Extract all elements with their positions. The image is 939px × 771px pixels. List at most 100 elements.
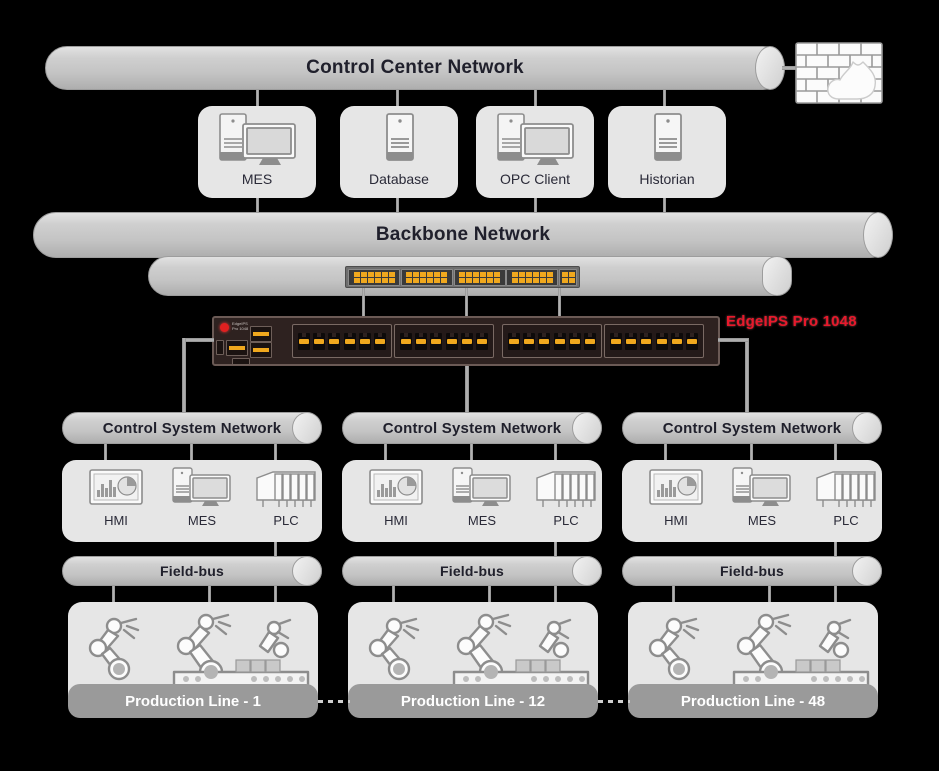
bus-backbone-network-label: Backbone Network [375,224,551,245]
hmi-panel-chart-icon [648,466,704,510]
server-tower-icon [357,112,441,168]
workstation-monitor-icon [215,112,299,168]
bus-control-system-network-1: Control System Network [62,412,322,444]
link-edgeips-left-stub [182,338,214,342]
bus-backbone-network: Backbone Network [33,212,893,258]
hmi-panel-chart-icon [88,466,144,510]
device-label-mes: MES [241,171,273,187]
hmi-panel-chart-icon [368,466,424,510]
console-port [216,340,224,355]
link-switch-edgeips-1 [362,288,365,316]
production-line-continuation-2 [598,700,630,703]
cell-device-label-hmi-2: HMI [384,513,408,528]
link-edgeips-col1 [182,338,186,414]
switch-port-group [400,268,453,286]
cell-device-plc-2[interactable]: PLC [524,466,608,528]
cell-device-plc-1[interactable]: PLC [244,466,328,528]
cylinder-end-cap [292,412,322,444]
cylinder-end-cap [755,46,785,90]
switch-port-group [506,268,559,286]
plc-rack-icon [813,466,879,510]
plc-rack-icon [253,466,319,510]
edgeips-product-label: EdgeIPS Pro 1048 [726,313,857,330]
cell-device-hmi-1[interactable]: HMI [74,466,158,528]
usb-port [232,358,250,365]
cylinder-end-cap [572,412,602,444]
cell-device-panel-1: HMI MES PLC [62,460,322,542]
link-edgeips-col2 [465,366,469,414]
edgeips-brand-text: EdgeIPS Pro 1048 [232,321,249,331]
cell-device-mes-2[interactable]: MES [434,466,530,528]
workstation-monitor-icon [169,466,235,510]
cell-device-mes-1[interactable]: MES [154,466,250,528]
device-label-database: Database [369,171,429,187]
ethernet-switch-icon[interactable] [345,266,580,288]
cylinder-end-cap [852,412,882,444]
diagram-canvas: Control Center Network MES Database OPC … [0,0,939,771]
switch-uplink-group [559,268,577,286]
power-led-icon [220,323,229,332]
cell-device-label-hmi-1: HMI [104,513,128,528]
edgeips-management-panel: EdgeIPS Pro 1048 [214,318,292,365]
device-box-opc-client[interactable]: OPC Client [476,106,594,198]
device-box-database[interactable]: Database [340,106,458,198]
edgeips-port-group [292,324,392,358]
device-label-historian: Historian [639,171,695,187]
production-line-label-2[interactable]: Production Line - 12 [348,684,598,718]
cell-device-label-plc-1: PLC [273,513,299,528]
edgeips-port-group [502,324,602,358]
cell-device-panel-2: HMI MES PLC [342,460,602,542]
cell-device-label-mes-1: MES [187,513,217,528]
workstation-monitor-icon [729,466,795,510]
bus-backbone-secondary-cap [762,256,792,296]
device-box-historian[interactable]: Historian [608,106,726,198]
cell-device-hmi-2[interactable]: HMI [354,466,438,528]
bus-control-system-network-3: Control System Network [622,412,882,444]
production-line-continuation-1 [318,700,350,703]
cell-device-label-plc-2: PLC [553,513,579,528]
cell-device-hmi-3[interactable]: HMI [634,466,718,528]
edgeips-port-group [394,324,494,358]
plc-rack-icon [533,466,599,510]
cylinder-end-cap [863,212,893,258]
server-tower-icon [625,112,709,168]
cell-device-label-mes-3: MES [747,513,777,528]
workstation-monitor-icon [493,112,577,168]
link-edgeips-right-stub [718,338,748,342]
cylinder-end-cap [572,556,602,586]
production-line-label-1[interactable]: Production Line - 1 [68,684,318,718]
bus-fieldbus-1-label: Field-bus [159,563,225,579]
bus-fieldbus-1: Field-bus [62,556,322,586]
cell-device-label-hmi-3: HMI [664,513,688,528]
bus-control-system-network-1-label: Control System Network [102,419,282,437]
link-switch-edgeips-3 [558,288,561,316]
cylinder-end-cap [852,556,882,586]
edgeips-port-group [604,324,704,358]
cell-device-panel-3: HMI MES PLC [622,460,882,542]
bus-fieldbus-2: Field-bus [342,556,602,586]
device-label-opc-client: OPC Client [499,171,571,187]
mgmt-port-3 [250,342,272,358]
link-switch-edgeips-2 [465,288,468,316]
switch-port-group [453,268,506,286]
cell-device-plc-3[interactable]: PLC [804,466,888,528]
mgmt-port-2 [250,326,272,342]
cylinder-end-cap [292,556,322,586]
cell-device-mes-3[interactable]: MES [714,466,810,528]
edgeips-pro-1048-device[interactable]: EdgeIPS Pro 1048 [212,316,720,366]
bus-fieldbus-3: Field-bus [622,556,882,586]
bus-control-system-network-2-label: Control System Network [382,419,562,437]
link-edgeips-col3 [745,338,749,414]
bus-control-center-network: Control Center Network [45,46,785,90]
switch-port-group [348,268,400,286]
workstation-monitor-icon [449,466,515,510]
production-line-label-3[interactable]: Production Line - 48 [628,684,878,718]
mgmt-port-1 [226,340,248,356]
cell-device-label-plc-3: PLC [833,513,859,528]
bus-control-system-network-3-label: Control System Network [662,419,842,437]
device-box-mes[interactable]: MES [198,106,316,198]
firewall-icon [795,42,901,104]
bus-control-system-network-2: Control System Network [342,412,602,444]
bus-fieldbus-2-label: Field-bus [439,563,505,579]
bus-control-center-network-label: Control Center Network [306,57,524,78]
